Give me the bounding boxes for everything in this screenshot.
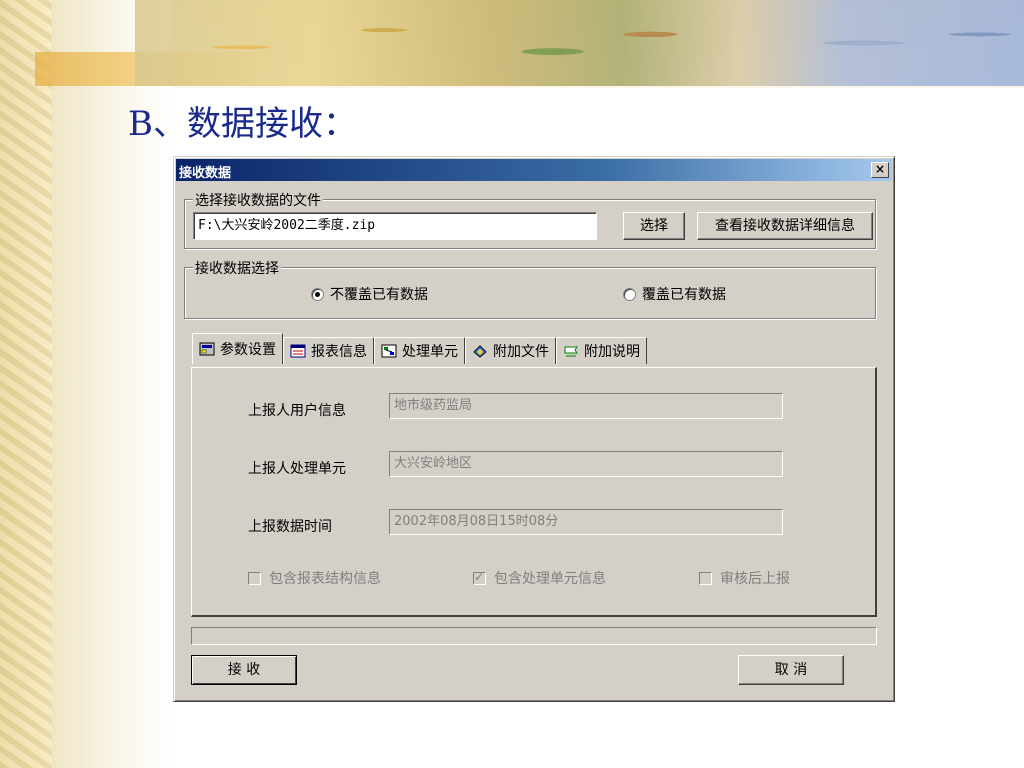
checkbox-unit-info-label: 包含处理单元信息: [494, 571, 606, 587]
progress-bar: [191, 627, 877, 645]
slide-title: B、数据接收：: [128, 104, 357, 144]
checkbox-unchecked-icon: [248, 571, 261, 585]
checkbox-report-structure-label: 包含报表结构信息: [269, 571, 381, 587]
checkbox-report-after-audit[interactable]: 审核后上报: [699, 568, 790, 588]
tab-params-label: 参数设置: [220, 342, 276, 358]
checkbox-checked-icon: [473, 570, 486, 585]
tab-note[interactable]: 附加说明: [556, 337, 647, 364]
tab-report-label: 报表信息: [311, 344, 367, 360]
checkbox-report-structure[interactable]: 包含报表结构信息: [248, 568, 381, 588]
dialog-title: 接收数据: [179, 166, 232, 181]
field-label-time: 上报数据时间: [248, 519, 332, 535]
field-unit[interactable]: 大兴安岭地区: [389, 451, 783, 477]
field-label-user: 上报人用户信息: [248, 403, 346, 419]
dialog-titlebar: 接收数据 ×: [176, 159, 892, 181]
tab-report[interactable]: 报表信息: [283, 337, 374, 364]
tab-note-label: 附加说明: [584, 344, 640, 360]
receive-option-group: 接收数据选择 不覆盖已有数据 覆盖已有数据: [184, 258, 876, 319]
radio-overwrite[interactable]: 覆盖已有数据: [623, 284, 726, 304]
report-icon: [290, 344, 306, 358]
unit-icon: [381, 344, 397, 358]
file-select-group: 选择接收数据的文件 F:\大兴安岭2002二季度.zip 选择 查看接收数据详细…: [184, 190, 876, 249]
receive-button[interactable]: 接 收: [191, 655, 297, 685]
field-user-info[interactable]: 地市级药监局: [389, 393, 783, 419]
checkbox-unchecked-icon: [699, 571, 712, 585]
radio-no-overwrite-label: 不覆盖已有数据: [330, 287, 428, 303]
radio-unchecked-icon: [623, 287, 636, 301]
radio-no-overwrite[interactable]: 不覆盖已有数据: [311, 284, 428, 304]
settings-icon: [199, 342, 215, 356]
tab-attachment-label: 附加文件: [493, 344, 549, 360]
decorative-left-strip: [0, 0, 52, 768]
params-panel: 上报人用户信息 地市级药监局 上报人处理单元 大兴安岭地区 上报数据时间 200…: [191, 367, 877, 617]
radio-overwrite-label: 覆盖已有数据: [642, 287, 726, 303]
tab-unit[interactable]: 处理单元: [374, 337, 465, 364]
field-time[interactable]: 2002年08月08日15时08分: [389, 509, 783, 535]
view-details-button[interactable]: 查看接收数据详细信息: [697, 212, 873, 240]
tab-strip: 参数设置 报表信息 处理单元 附加文件 附加说明: [192, 333, 647, 364]
field-label-unit: 上报人处理单元: [248, 461, 346, 477]
radio-checked-icon: [311, 287, 324, 301]
file-group-legend: 选择接收数据的文件: [193, 190, 323, 210]
tab-params[interactable]: 参数设置: [192, 333, 283, 364]
select-file-button[interactable]: 选择: [623, 212, 685, 240]
receive-group-legend: 接收数据选择: [193, 258, 281, 278]
tab-attachment[interactable]: 附加文件: [465, 337, 556, 364]
checkbox-unit-info[interactable]: 包含处理单元信息: [473, 568, 606, 588]
receive-data-dialog: 接收数据 × 选择接收数据的文件 F:\大兴安岭2002二季度.zip 选择 查…: [173, 156, 895, 702]
cancel-button[interactable]: 取 消: [738, 655, 844, 685]
checkbox-report-after-audit-label: 审核后上报: [720, 571, 790, 587]
tab-unit-label: 处理单元: [402, 344, 458, 360]
decorative-banner-image: [135, 0, 1024, 86]
note-icon: [563, 344, 579, 358]
attachment-icon: [472, 344, 488, 358]
file-path-input[interactable]: F:\大兴安岭2002二季度.zip: [193, 212, 597, 240]
close-button[interactable]: ×: [871, 162, 889, 178]
